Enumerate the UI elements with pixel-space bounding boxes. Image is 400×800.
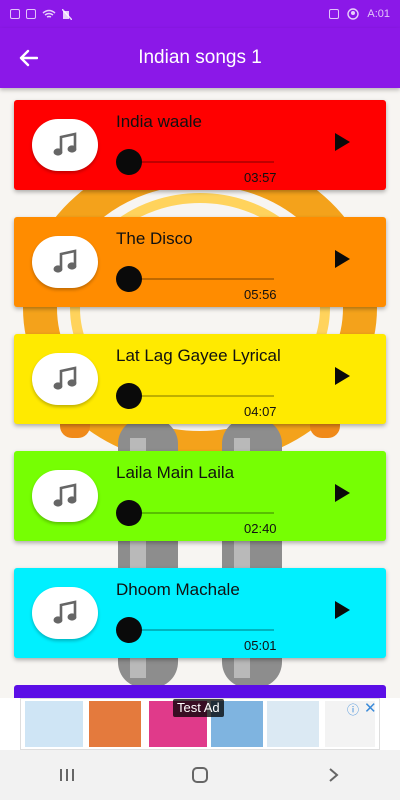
back-icon [329,768,339,782]
wifi-icon [42,9,56,18]
ad-banner[interactable]: Test Ad ⓘ ✕ [20,698,380,750]
slider-thumb[interactable] [116,500,142,526]
status-left-icons [10,8,72,20]
song-thumbnail [32,119,98,171]
slider-thumb[interactable] [116,617,142,643]
play-icon [335,484,350,502]
slider-thumb[interactable] [116,149,142,175]
play-button[interactable] [328,362,356,390]
ad-image-foxes[interactable] [89,701,141,747]
play-icon [335,133,350,151]
home-icon [191,767,208,783]
play-button[interactable] [328,596,356,624]
mute-icon [62,8,72,20]
sim-icon [10,9,20,19]
music-note-icon [53,132,77,156]
slider-track [129,629,274,631]
song-duration: 05:56 [244,287,277,302]
song-title: Laila Main Laila [116,463,235,482]
home-button[interactable] [170,755,230,795]
slider-thumb[interactable] [116,383,142,409]
info-icon[interactable]: ⓘ [347,701,359,718]
song-title: Lat Lag Gayee Lyrical [116,346,281,365]
song-title: The Disco [116,229,193,248]
status-time: A:01 [367,8,390,20]
song-duration: 02:40 [244,521,277,536]
song-card[interactable]: Dhoom Machale 05:01 [14,568,386,658]
song-card[interactable]: Lat Lag Gayee Lyrical 04:07 [14,334,386,424]
slider-track [129,278,274,280]
song-progress-slider[interactable] [116,383,274,409]
sms-icon [26,9,36,19]
slider-track [129,395,274,397]
music-note-icon [53,366,77,390]
play-icon [335,367,350,385]
back-nav-button[interactable] [303,755,363,795]
slider-track [129,161,274,163]
song-duration: 04:07 [244,404,277,419]
status-bar: A:01 [0,0,400,28]
recents-button[interactable] [37,755,97,795]
app-bar: Indian songs 1 [0,28,400,88]
page-title: Indian songs 1 [138,47,262,68]
music-note-icon [53,249,77,273]
song-card[interactable]: Laila Main Laila 02:40 [14,451,386,541]
song-card-partial[interactable] [14,685,386,698]
song-duration: 05:01 [244,638,277,653]
song-duration: 03:57 [244,170,277,185]
play-button[interactable] [328,128,356,156]
song-title: India waale [116,112,203,131]
play-icon [335,601,350,619]
song-card[interactable]: The Disco 05:56 [14,217,386,307]
lock-icon [329,9,340,19]
music-note-icon [53,600,77,624]
song-list[interactable]: India waale 03:57 The Disco 05:56 Lat La… [0,88,400,698]
song-card[interactable]: India waale 03:57 [14,100,386,190]
music-note-icon [53,483,77,507]
play-icon [335,250,350,268]
song-progress-slider[interactable] [116,617,274,643]
slider-thumb[interactable] [116,266,142,292]
close-icon[interactable]: ✕ [364,699,377,717]
song-title: Dhoom Machale [116,580,240,599]
play-button[interactable] [328,245,356,273]
status-right-icons: A:01 [329,8,390,20]
ad-image-sheep[interactable] [25,701,83,747]
play-button[interactable] [328,479,356,507]
ad-image-seal[interactable] [267,701,319,747]
song-progress-slider[interactable] [116,266,274,292]
back-button[interactable] [0,28,56,88]
recents-icon [59,769,74,781]
song-progress-slider[interactable] [116,500,274,526]
back-arrow-icon [19,49,38,67]
song-thumbnail [32,236,98,288]
system-nav-bar [0,750,400,800]
song-thumbnail [32,353,98,405]
account-icon [347,8,360,20]
song-thumbnail [32,587,98,639]
song-progress-slider[interactable] [116,149,274,175]
slider-track [129,512,274,514]
ad-label: Test Ad [173,699,224,717]
song-thumbnail [32,470,98,522]
